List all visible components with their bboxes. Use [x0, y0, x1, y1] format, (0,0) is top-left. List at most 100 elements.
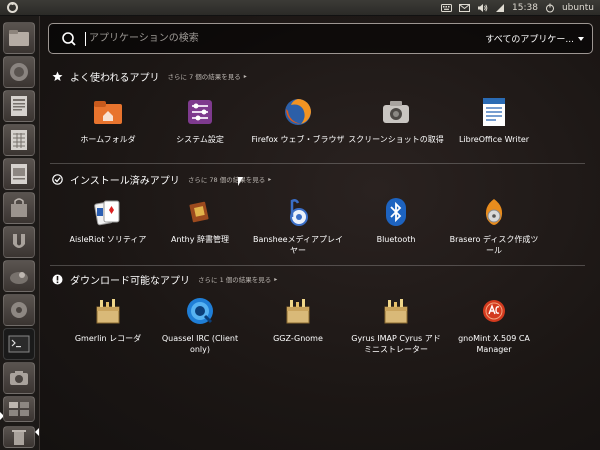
launcher-tools[interactable] [3, 260, 35, 292]
more-results-link[interactable]: さらに 1 個の結果を見る [198, 274, 271, 284]
screenshot-icon [380, 96, 412, 128]
brasero-icon [478, 196, 510, 228]
launcher-settings[interactable] [3, 294, 35, 326]
app-label: Bluetooth [376, 235, 416, 244]
clock[interactable]: 15:38 [512, 3, 538, 13]
indicators: 15:38 ubuntu [440, 2, 600, 14]
launcher-ubuntu-one[interactable] [3, 226, 35, 258]
app-tile[interactable]: GGZ-Gnome [248, 295, 348, 344]
launcher-software-center[interactable] [3, 192, 35, 224]
app-label: GGZ-Gnome [273, 334, 323, 343]
mouse-cursor-icon [238, 177, 243, 186]
gnomint-icon [478, 295, 510, 327]
launcher-calc[interactable] [3, 124, 35, 156]
app-tile[interactable]: システム設定 [150, 96, 250, 145]
keyboard-icon[interactable] [440, 2, 452, 14]
app-label: AisleRiot ソリティア [69, 235, 147, 244]
package-icon [380, 295, 412, 327]
category-installed: インストール済みアプリ さらに 78 個の結果を見る ▸ [50, 171, 585, 187]
launcher [0, 16, 40, 450]
launcher-home-folder[interactable] [3, 22, 35, 54]
launcher-impress[interactable] [3, 158, 35, 190]
chevron-right-icon: ▸ [268, 175, 272, 183]
category-title: インストール済みアプリ [70, 175, 180, 187]
software-center-icon [11, 198, 27, 217]
chevron-right-icon: ▸ [274, 275, 278, 283]
filter-dropdown[interactable]: すべてのアプリケー... [485, 32, 584, 45]
app-label: システム設定 [176, 135, 224, 144]
search-input[interactable] [85, 31, 445, 46]
app-tile[interactable]: Gmerlin レコーダ [58, 295, 158, 344]
category-downloadable: ダウンロード可能なアプリ さらに 1 個の結果を見る ▸ [50, 271, 585, 287]
app-tile[interactable]: AisleRiot ソリティア [58, 196, 158, 245]
app-label: スクリーンショットの取得 [348, 135, 444, 144]
banshee-icon [282, 196, 314, 228]
chevron-right-icon: ▸ [243, 72, 247, 80]
firefox-icon [10, 63, 28, 81]
system-settings-icon [184, 96, 216, 128]
writer-icon [478, 96, 510, 128]
app-tile[interactable]: Brasero ディスク作成ツール [444, 196, 544, 256]
category-title: よく使われるアプリ [70, 72, 160, 84]
chevron-down-icon [578, 36, 584, 41]
search-icon[interactable] [57, 27, 81, 51]
app-tile[interactable]: ホームフォルダ [58, 96, 158, 145]
power-icon[interactable] [544, 2, 556, 14]
launcher-terminal[interactable] [3, 328, 35, 360]
category-header[interactable]: インストール済みアプリ さらに 78 個の結果を見る ▸ [50, 171, 585, 187]
launcher-workspace-switcher[interactable] [3, 396, 35, 422]
user-name[interactable]: ubuntu [562, 3, 594, 13]
screenshot-icon [10, 371, 28, 385]
ubuntu-button[interactable] [4, 1, 20, 15]
launcher-screenshot[interactable] [3, 362, 35, 394]
download-icon [50, 272, 64, 286]
category-frequent: よく使われるアプリ さらに 7 個の結果を見る ▸ [50, 68, 585, 84]
calc-icon [11, 130, 27, 150]
category-title: ダウンロード可能なアプリ [70, 275, 190, 287]
app-label: gnoMint X.509 CA Manager [458, 334, 530, 354]
launcher-firefox[interactable] [3, 56, 35, 88]
app-label: Firefox ウェブ・ブラウザ [251, 135, 345, 144]
volume-icon[interactable] [476, 2, 488, 14]
launcher-writer[interactable] [3, 90, 35, 122]
app-label: Gyrus IMAP Cyrus アドミニストレーター [351, 334, 441, 354]
app-tile[interactable]: Anthy 辞書管理 [150, 196, 250, 245]
more-results-link[interactable]: さらに 7 個の結果を見る [168, 71, 241, 81]
app-tile[interactable]: LibreOffice Writer [444, 96, 544, 145]
dictionary-icon [184, 196, 216, 228]
star-icon [50, 69, 64, 83]
workspace-icon [9, 402, 29, 416]
app-tile[interactable]: gnoMint X.509 CA Manager [444, 295, 544, 355]
category-header[interactable]: ダウンロード可能なアプリ さらに 1 個の結果を見る ▸ [50, 271, 585, 287]
app-tile[interactable]: Firefox ウェブ・ブラウザ [248, 96, 348, 145]
more-results-link[interactable]: さらに 78 個の結果を見る [188, 174, 265, 184]
terminal-icon [8, 335, 30, 353]
package-icon [92, 295, 124, 327]
app-tile[interactable]: Gyrus IMAP Cyrus アドミニストレーター [346, 295, 446, 355]
app-tile[interactable]: Bansheeメディアプレイヤー [248, 196, 348, 256]
app-label: LibreOffice Writer [458, 135, 530, 144]
search-box[interactable]: すべてのアプリケー... [48, 23, 593, 54]
app-tile[interactable]: Bluetooth [346, 196, 446, 245]
launcher-focus-arrow-icon [35, 428, 39, 436]
app-label: Gmerlin レコーダ [74, 334, 142, 343]
category-header[interactable]: よく使われるアプリ さらに 7 個の結果を見る ▸ [50, 68, 585, 84]
package-icon [282, 295, 314, 327]
ubuntu-one-icon [13, 234, 25, 248]
launcher-trash[interactable] [3, 426, 35, 448]
home-folder-icon [92, 96, 124, 128]
mail-icon[interactable] [458, 2, 470, 14]
app-label: ホームフォルダ [80, 135, 136, 144]
quassel-icon [184, 295, 216, 327]
app-label: Bansheeメディアプレイヤー [253, 235, 343, 255]
app-tile[interactable]: Quassel IRC (Client only) [150, 295, 250, 355]
network-icon[interactable] [494, 2, 506, 14]
app-label: Anthy 辞書管理 [170, 235, 230, 244]
app-tile[interactable]: スクリーンショットの取得 [346, 96, 446, 145]
ubuntu-logo-icon [6, 2, 18, 13]
tools-icon [10, 272, 28, 284]
settings-icon [11, 302, 27, 318]
impress-icon [11, 164, 27, 184]
firefox-icon [282, 96, 314, 128]
category-divider [50, 163, 585, 164]
